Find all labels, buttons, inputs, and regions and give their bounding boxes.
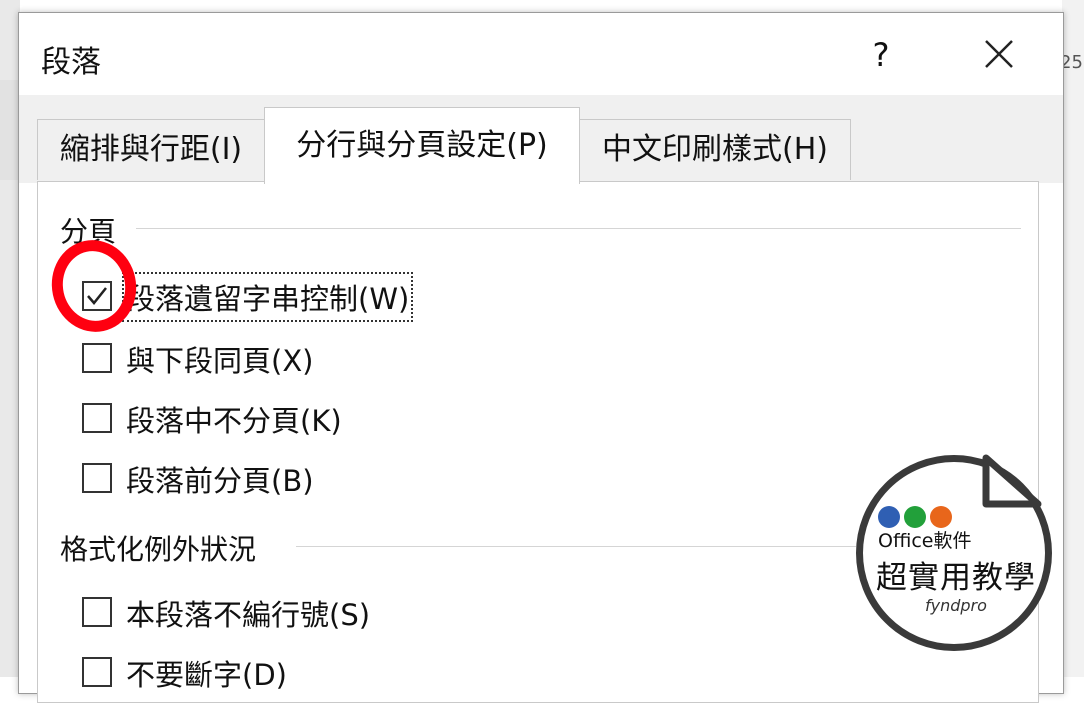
dont-hyphenate-checkbox[interactable] (82, 657, 112, 687)
suppress-line-numbers-checkbox[interactable] (82, 597, 112, 627)
tab-bar: 縮排與行距(I) 分行與分頁設定(P) 中文印刷樣式(H) (19, 95, 1063, 184)
suppress-line-numbers-label: 本段落不編行號(S) (126, 598, 371, 632)
keep-with-next-label: 與下段同頁(X) (126, 344, 314, 378)
blue-dot-icon (878, 506, 900, 528)
tab-line-page-breaks[interactable]: 分行與分頁設定(P) (264, 107, 580, 184)
tab-indents-spacing[interactable]: 縮排與行距(I) (37, 119, 265, 180)
background-app-highlight (0, 80, 20, 180)
section-divider (296, 546, 856, 547)
background-app-edge-right (1062, 0, 1084, 677)
dialog-title: 段落 (41, 45, 101, 80)
keep-with-next-checkbox[interactable] (82, 343, 112, 373)
formatting-exceptions-title: 格式化例外狀況 (60, 528, 267, 568)
tab-asian-typography[interactable]: 中文印刷樣式(H) (579, 119, 851, 180)
orange-dot-icon (930, 506, 952, 528)
page-break-before-label: 段落前分頁(B) (126, 464, 314, 498)
keep-lines-together-label: 段落中不分頁(K) (126, 404, 342, 438)
badge-line1: Office軟件 (878, 530, 972, 552)
close-button[interactable] (974, 31, 1024, 79)
green-dot-icon (904, 506, 926, 528)
badge-line2: 超實用教學 (876, 560, 1036, 596)
section-divider (136, 228, 1021, 229)
fyndpro-logo: fyndpro (925, 596, 987, 615)
dont-hyphenate-label: 不要斷字(D) (126, 658, 287, 692)
close-icon (985, 40, 1013, 68)
page-break-before-checkbox[interactable] (82, 463, 112, 493)
help-button[interactable]: ? (861, 33, 901, 77)
widow-orphan-label: 段落遺留字串控制(W) (121, 272, 414, 322)
keep-lines-together-checkbox[interactable] (82, 403, 112, 433)
page-fold-icon (982, 454, 1042, 508)
